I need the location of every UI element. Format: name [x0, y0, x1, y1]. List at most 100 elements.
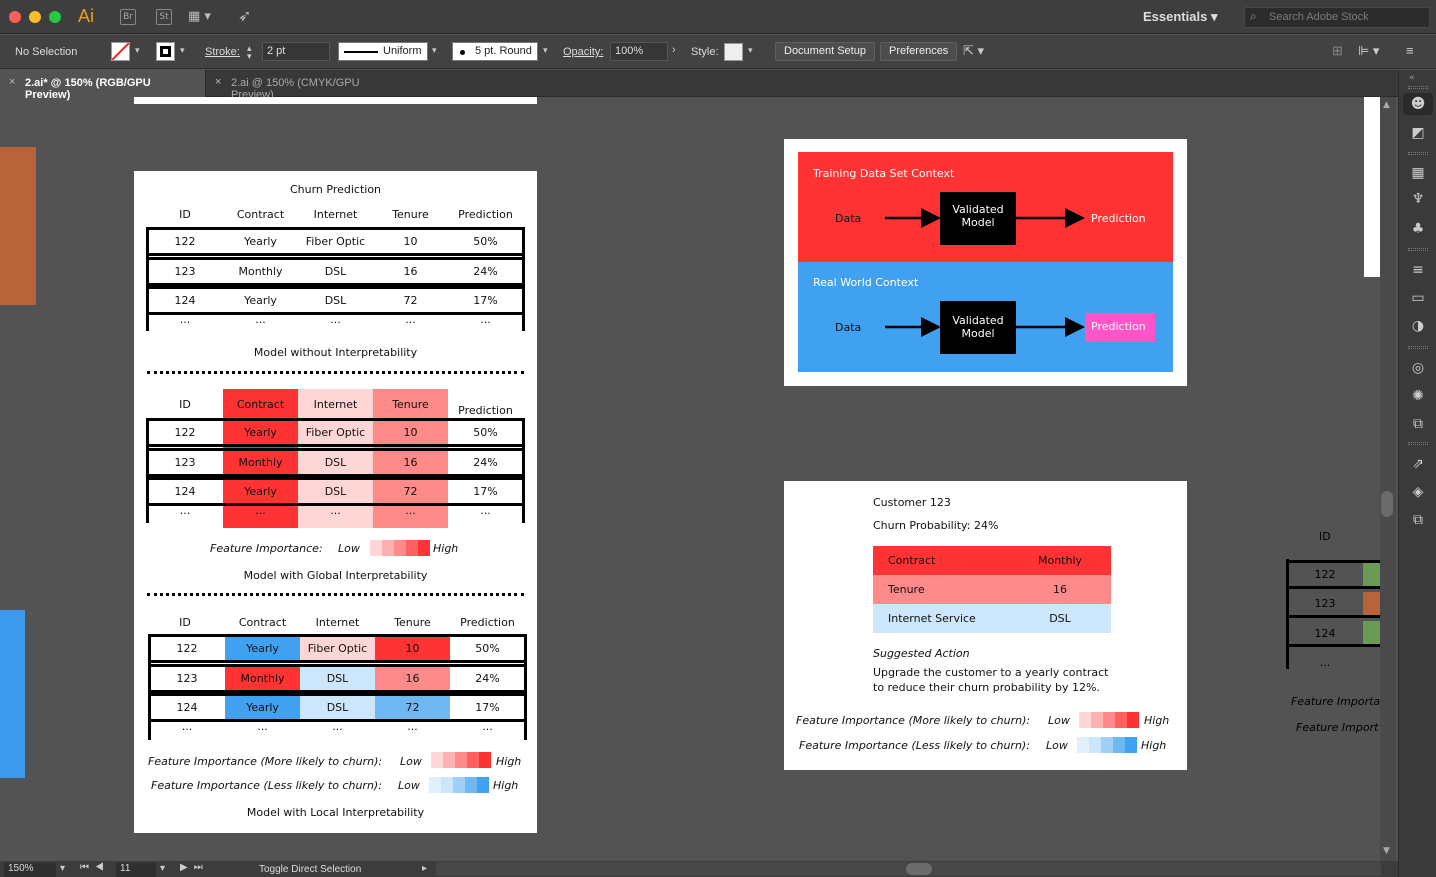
cell-id: 122 — [176, 642, 198, 655]
artboard-number-input[interactable]: 11 — [116, 863, 156, 877]
stock-icon[interactable]: St — [156, 9, 172, 25]
chevron-down-icon[interactable]: ▾ — [160, 863, 165, 874]
cell-id: 124 — [174, 294, 196, 307]
transform-icon[interactable]: ⊫ ▾ — [1358, 43, 1379, 59]
header-id: ID — [179, 616, 191, 629]
horizontal-scroll-thumb[interactable] — [906, 863, 932, 875]
artboard-partial-top[interactable] — [134, 97, 537, 104]
artboards-icon[interactable]: ⧉ — [1409, 512, 1427, 528]
swatches-icon[interactable]: ▦ — [1409, 165, 1427, 181]
cc-libraries-icon[interactable]: ☻ — [1409, 96, 1427, 112]
panel-grip[interactable] — [1408, 248, 1428, 251]
zoom-window-button[interactable] — [49, 11, 61, 23]
cell-value: 16 — [405, 672, 420, 685]
panel-grip[interactable] — [1408, 442, 1428, 445]
brushes-icon[interactable]: ♆ — [1409, 191, 1427, 207]
cell-id: 124 — [174, 485, 196, 498]
zoom-level[interactable]: 150% — [4, 863, 56, 877]
panel-grip[interactable] — [1408, 86, 1428, 89]
cell-value: Yearly — [244, 426, 277, 439]
status-menu-icon[interactable]: ▸ — [422, 863, 427, 874]
cell-fill — [1363, 563, 1380, 586]
cell-value: 10 — [403, 235, 418, 248]
transparency-icon[interactable]: ◑ — [1409, 318, 1427, 334]
first-artboard-icon[interactable]: ⏮◀ — [80, 862, 110, 873]
cell-value: 17% — [475, 701, 500, 714]
suggested-action-line: Upgrade the customer to a yearly contrac… — [873, 666, 1109, 679]
appearance-icon[interactable]: ◎ — [1409, 360, 1427, 376]
stroke-icon[interactable]: ≡ — [1409, 262, 1427, 278]
chevron-down-icon[interactable]: ▾ — [60, 863, 65, 874]
control-bar: No Selection ▾ ▾ Stroke: ▴ ▾ 2 pt Uniform… — [0, 35, 1436, 69]
collapse-icon[interactable]: « — [1409, 73, 1415, 83]
customer-id: Customer 123 — [873, 496, 951, 509]
style-label: Style: — [691, 46, 719, 58]
bridge-icon[interactable]: Br — [120, 9, 136, 25]
stroke-weight-input[interactable]: 2 pt — [262, 42, 330, 61]
search-stock-input[interactable]: Search Adobe Stock — [1244, 7, 1430, 28]
feature-value: 16 — [1053, 583, 1067, 596]
data-label: Data — [835, 212, 862, 225]
scroll-up-icon[interactable]: ▲ — [1383, 100, 1390, 110]
asset-export-icon[interactable]: ⧉ — [1409, 416, 1427, 432]
gradient-icon[interactable]: ▭ — [1409, 290, 1427, 306]
gpu-performance-icon[interactable]: ➶ — [238, 6, 251, 25]
minimize-window-button[interactable] — [29, 11, 41, 23]
close-icon: × — [9, 76, 16, 88]
selection-status: No Selection — [15, 46, 78, 58]
chevron-down-icon[interactable]: ▾ — [748, 45, 753, 56]
tab-document-rgb[interactable]: × 2.ai* @ 150% (RGB/GPU Preview) — [0, 70, 205, 101]
panel-menu-icon[interactable]: ≡ — [1406, 43, 1414, 58]
stepper-icon[interactable]: ▴ ▾ — [247, 44, 252, 61]
header-tenure: Tenure — [394, 616, 431, 629]
divider — [147, 371, 524, 374]
training-context-title: Training Data Set Context — [813, 167, 955, 180]
layers-icon[interactable]: ◈ — [1409, 484, 1427, 500]
graphic-style-swatch[interactable] — [724, 43, 743, 61]
brush-definition[interactable]: 5 pt. Round — [452, 42, 538, 61]
properties-icon[interactable]: ◩ — [1409, 125, 1427, 141]
opacity-input[interactable]: 100% — [610, 42, 668, 61]
chevron-down-icon[interactable]: ▾ — [543, 45, 548, 56]
search-icon: ⌕ — [1250, 9, 1257, 23]
graphic-styles-icon[interactable]: ✺ — [1409, 388, 1427, 404]
orange-shape[interactable] — [0, 147, 36, 305]
cell-value: Yearly — [244, 294, 277, 307]
ellipsis: ... — [480, 504, 491, 517]
blue-shape[interactable] — [0, 610, 25, 778]
close-window-button[interactable] — [9, 11, 21, 23]
chevron-right-icon[interactable]: › — [672, 44, 676, 56]
align-icon[interactable]: ⊞ — [1332, 43, 1343, 59]
tab-document-cmyk[interactable]: × 2.ai @ 150% (CMYK/GPU Preview) — [205, 70, 410, 101]
document-setup-button[interactable]: Document Setup — [775, 42, 875, 61]
panel-grip[interactable] — [1408, 152, 1428, 155]
export-icon[interactable]: ⇗ — [1409, 456, 1427, 472]
chevron-down-icon[interactable]: ▾ — [180, 45, 185, 56]
cell-value: Yearly — [244, 235, 277, 248]
chevron-down-icon[interactable]: ▾ — [135, 45, 140, 56]
symbols-icon[interactable]: ♣ — [1409, 221, 1427, 237]
stroke-label[interactable]: Stroke: — [205, 46, 240, 58]
workspace-switcher[interactable]: Essentials ▾ — [1143, 9, 1217, 25]
cell-value: DSL — [326, 672, 349, 685]
opacity-label[interactable]: Opacity: — [563, 46, 603, 58]
variable-width-profile[interactable]: Uniform — [338, 42, 428, 61]
arrange-icon[interactable]: ⇱ ▾ — [963, 43, 984, 59]
artboard-partial-right[interactable] — [1364, 97, 1380, 277]
next-artboard-icon[interactable]: ▶⏭ — [180, 862, 209, 873]
chevron-down-icon[interactable]: ▾ — [432, 45, 437, 56]
header-contract: Contract — [236, 208, 285, 221]
stroke-swatch[interactable] — [156, 42, 175, 61]
legend-red-scale — [370, 540, 430, 556]
legend-high: High — [1141, 739, 1167, 752]
fill-swatch[interactable] — [111, 42, 130, 61]
panel-grip[interactable] — [1408, 346, 1428, 349]
scroll-down-icon[interactable]: ▼ — [1383, 846, 1390, 856]
cell-value: DSL — [324, 294, 347, 307]
cell-value: Fiber Optic — [305, 235, 366, 248]
scrollbar-thumb[interactable] — [1381, 491, 1393, 517]
vertical-scrollbar[interactable] — [1380, 97, 1396, 862]
preferences-button[interactable]: Preferences — [880, 42, 958, 61]
arrange-documents-icon[interactable]: ▦ ▾ — [188, 9, 214, 25]
legend-low: Low — [398, 779, 420, 792]
